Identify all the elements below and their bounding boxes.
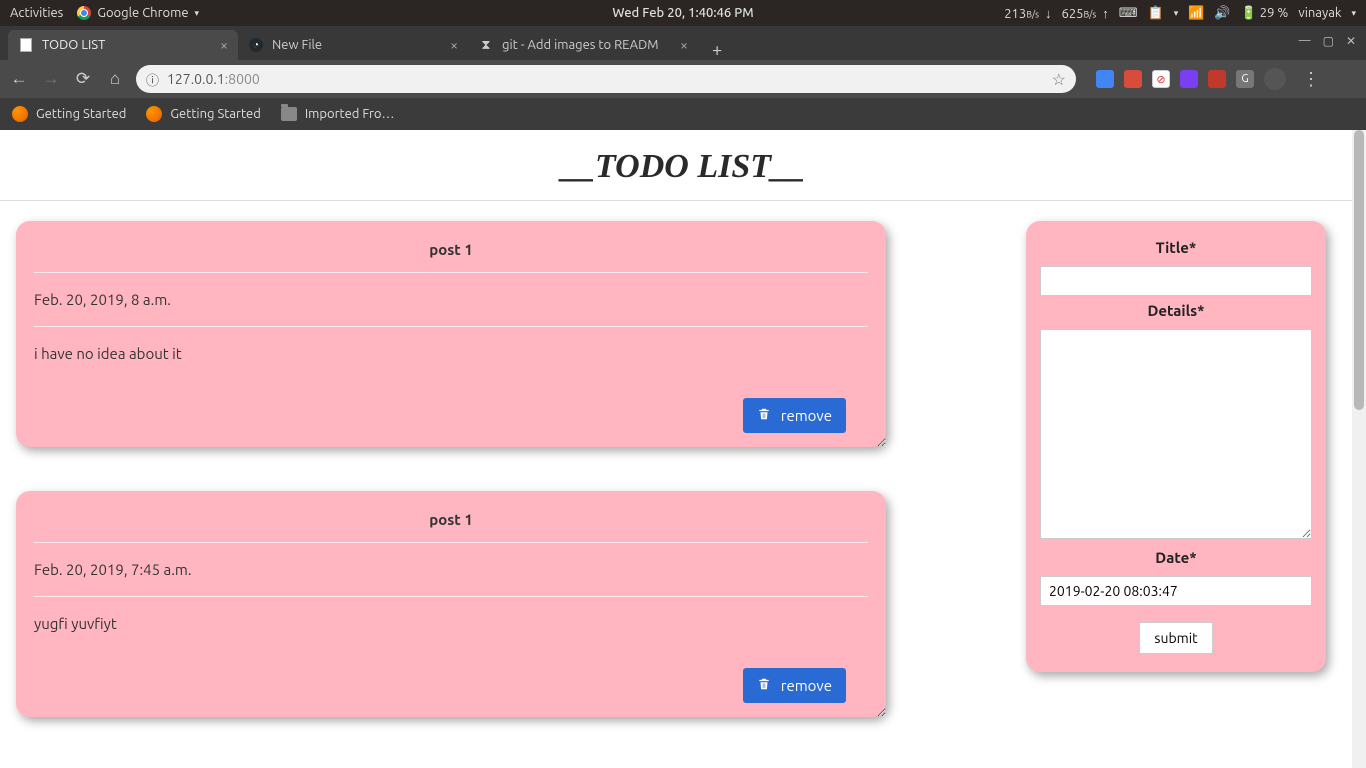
card-title: post 1 — [34, 235, 868, 273]
battery-indicator[interactable]: 🔋 29 % — [1241, 6, 1289, 21]
wifi-icon[interactable]: 📶 — [1188, 6, 1204, 21]
firefox-icon — [146, 106, 162, 122]
date-label: Date* — [1040, 543, 1312, 576]
remove-label: remove — [781, 677, 832, 694]
activities-button[interactable]: Activities — [10, 6, 63, 20]
create-form: Title* Details* Date* submit — [1026, 221, 1326, 672]
extension-translate-icon[interactable] — [1096, 70, 1114, 88]
bookmark-star-icon[interactable]: ☆ — [1052, 70, 1066, 89]
forward-button[interactable]: → — [40, 69, 62, 89]
scrollbar[interactable] — [1352, 130, 1366, 768]
browser-tab[interactable]: ⧗ git - Add images to READM × — [468, 30, 698, 60]
address-bar[interactable]: ⓘ 127.0.0.1:8000 ☆ — [136, 65, 1076, 93]
app-name: Google Chrome — [97, 6, 188, 20]
net-down: 213B/s ↓ — [1004, 6, 1051, 21]
remove-label: remove — [781, 407, 832, 424]
app-menu[interactable]: Google Chrome ▾ — [77, 6, 199, 20]
folder-icon — [281, 107, 297, 121]
favicon-icon: ◔ — [248, 37, 264, 53]
chrome-icon — [77, 6, 91, 20]
firefox-icon — [12, 106, 28, 122]
profile-avatar[interactable] — [1264, 68, 1286, 90]
details-label: Details* — [1040, 296, 1312, 329]
extension-adblock-icon[interactable]: ⊘ — [1152, 70, 1170, 88]
bookmark-item[interactable]: Imported Fro… — [281, 107, 395, 121]
posts-column: post 1Feb. 20, 2019, 8 a.m.i have no ide… — [16, 221, 886, 717]
bookmarks-bar: Getting Started Getting Started Imported F… — [0, 98, 1366, 130]
new-tab-button[interactable]: + — [698, 40, 736, 60]
chevron-down-icon: ▾ — [195, 8, 200, 19]
clipboard-icon[interactable]: 📋 — [1148, 6, 1164, 21]
tab-label: New File — [272, 38, 322, 52]
card-body: i have no idea about it — [34, 327, 868, 362]
clock[interactable]: Wed Feb 20, 1:40:46 PM — [612, 6, 753, 20]
favicon-icon: ⧗ — [478, 37, 494, 53]
card-date: Feb. 20, 2019, 8 a.m. — [34, 273, 868, 327]
close-button[interactable]: ✕ — [1346, 34, 1356, 48]
todo-card: post 1Feb. 20, 2019, 7:45 a.m.yugfi yuvf… — [16, 491, 886, 717]
bookmark-label: Getting Started — [36, 107, 126, 121]
extension-grammarly-icon[interactable]: G — [1236, 70, 1254, 88]
extension-icon[interactable] — [1208, 70, 1226, 88]
minimize-button[interactable]: — — [1299, 34, 1311, 48]
reload-button[interactable]: ⟳ — [72, 69, 94, 89]
title-input[interactable] — [1040, 266, 1312, 296]
page-viewport: __TODO LIST__ post 1Feb. 20, 2019, 8 a.m… — [0, 130, 1366, 768]
site-info-icon[interactable]: ⓘ — [146, 70, 159, 89]
extensions-area: ⊘ G — [1096, 70, 1254, 88]
tab-strip: TODO LIST × ◔ New File × ⧗ git - Add images to… — [0, 26, 1366, 60]
scrollbar-thumb[interactable] — [1354, 130, 1364, 410]
extension-icon[interactable] — [1180, 70, 1198, 88]
maximize-button[interactable]: ▢ — [1323, 34, 1334, 48]
browser-menu-button[interactable]: ⋮ — [1296, 69, 1326, 90]
trash-icon — [757, 677, 771, 694]
title-label: Title* — [1040, 233, 1312, 266]
submit-button[interactable]: submit — [1139, 622, 1212, 654]
tab-label: git - Add images to READM — [502, 38, 659, 52]
bookmark-label: Getting Started — [170, 107, 260, 121]
desktop-topbar: Activities Google Chrome ▾ Wed Feb 20, 1… — [0, 0, 1366, 26]
browser-chrome: TODO LIST × ◔ New File × ⧗ git - Add images to… — [0, 26, 1366, 130]
net-up: 625B/s ↑ — [1061, 6, 1108, 21]
close-tab-icon[interactable]: × — [450, 37, 458, 53]
tab-label: TODO LIST — [42, 38, 105, 52]
chevron-down-icon: ▾ — [1351, 8, 1356, 19]
browser-tab[interactable]: TODO LIST × — [8, 30, 238, 60]
close-tab-icon[interactable]: × — [680, 37, 688, 53]
favicon-icon — [18, 37, 34, 53]
url-text: 127.0.0.1:8000 — [167, 71, 260, 87]
bookmark-label: Imported Fro… — [305, 107, 395, 121]
window-controls: — ▢ ✕ — [1299, 34, 1356, 48]
home-button[interactable]: ⌂ — [104, 69, 126, 89]
page-title: __TODO LIST__ — [0, 130, 1366, 200]
todo-card: post 1Feb. 20, 2019, 8 a.m.i have no ide… — [16, 221, 886, 447]
card-date: Feb. 20, 2019, 7:45 a.m. — [34, 543, 868, 597]
back-button[interactable]: ← — [8, 69, 30, 89]
date-input[interactable] — [1040, 576, 1312, 606]
volume-icon[interactable]: 🔊 — [1214, 6, 1230, 21]
trash-icon — [757, 407, 771, 424]
remove-button[interactable]: remove — [743, 398, 846, 433]
details-textarea[interactable] — [1040, 329, 1312, 539]
bookmark-item[interactable]: Getting Started — [12, 106, 126, 122]
card-title: post 1 — [34, 505, 868, 543]
chevron-down-icon: ▾ — [1174, 8, 1179, 19]
extension-icon[interactable] — [1124, 70, 1142, 88]
bookmark-item[interactable]: Getting Started — [146, 106, 260, 122]
browser-toolbar: ← → ⟳ ⌂ ⓘ 127.0.0.1:8000 ☆ ⊘ G ⋮ — [0, 60, 1366, 98]
user-menu[interactable]: vinayak — [1298, 6, 1341, 20]
keyboard-icon[interactable]: ⌨ — [1119, 6, 1138, 21]
card-body: yugfi yuvfiyt — [34, 597, 868, 632]
close-tab-icon[interactable]: × — [220, 37, 228, 53]
browser-tab[interactable]: ◔ New File × — [238, 30, 468, 60]
remove-button[interactable]: remove — [743, 668, 846, 703]
